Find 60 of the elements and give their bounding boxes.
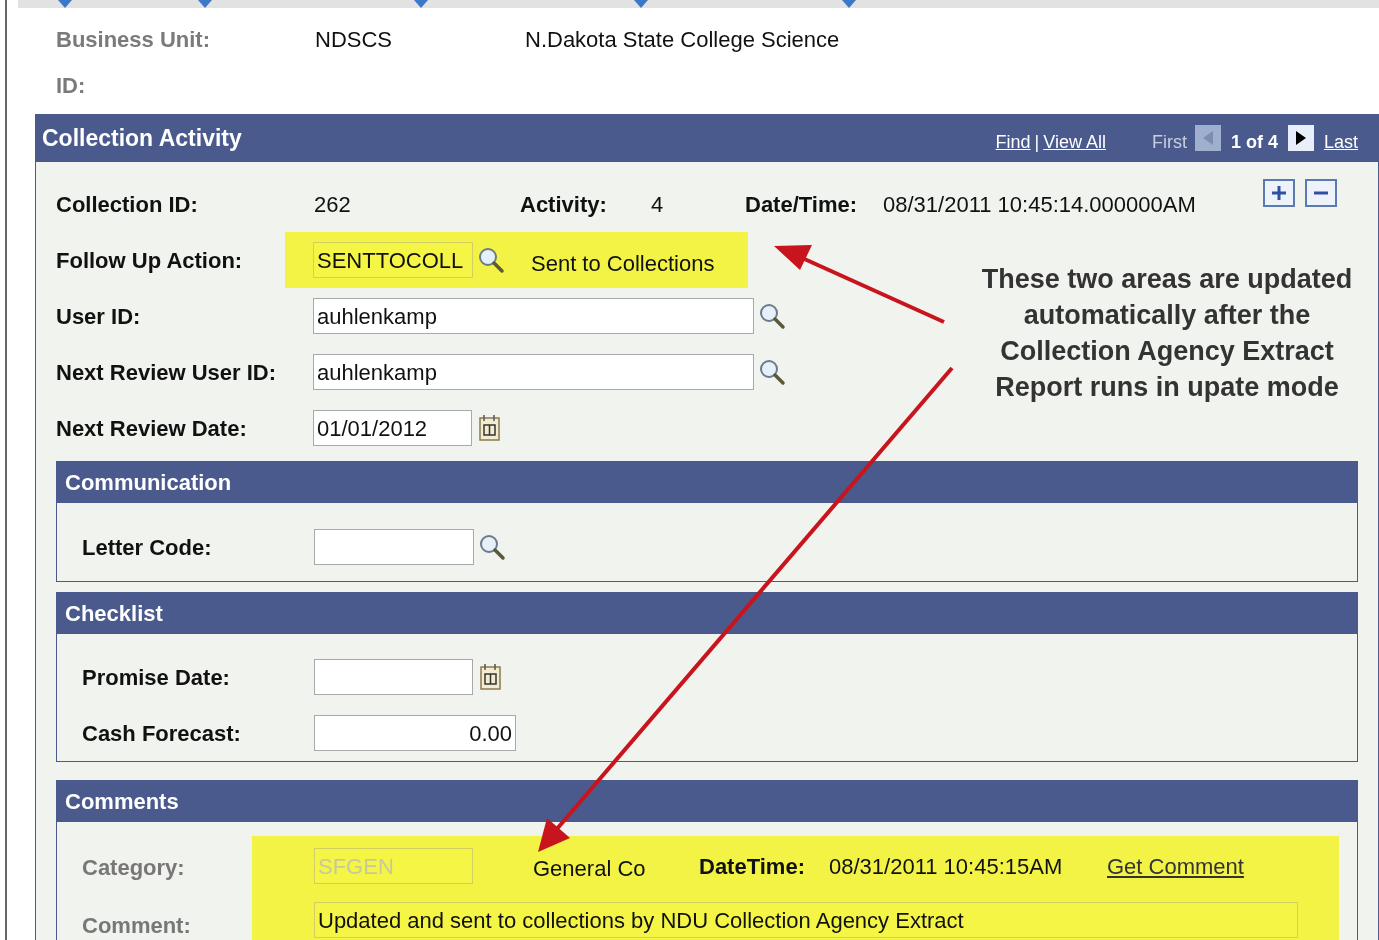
panel-title: Collection Activity	[42, 124, 243, 154]
field-value: 08/31/2011 10:45:14.000000AM	[883, 190, 1197, 219]
field-label: ID:	[56, 71, 87, 100]
sort-arrow-icon[interactable]	[198, 0, 212, 8]
last-link[interactable]: Last	[1323, 129, 1358, 156]
section-title: Checklist	[65, 600, 163, 628]
field-description: N.Dakota State College Science	[525, 25, 840, 54]
category-description: General Co	[533, 854, 647, 883]
plus-icon	[1271, 185, 1287, 201]
page-position: 1 of 4	[1230, 131, 1278, 154]
search-icon[interactable]	[477, 246, 505, 274]
field-label: User ID:	[56, 302, 142, 331]
field-value: 08/31/2011 10:45:15AM	[829, 852, 1064, 881]
get-comment-link[interactable]: Get Comment	[1107, 849, 1244, 883]
field-label: Next Review Date:	[56, 414, 248, 443]
next-button[interactable]	[1287, 124, 1314, 151]
calendar-icon[interactable]	[478, 414, 502, 442]
find-link[interactable]: Find	[995, 129, 1031, 156]
sort-arrow-icon[interactable]	[414, 0, 428, 8]
field-label: Collection ID:	[56, 190, 199, 219]
sort-arrow-icon[interactable]	[634, 0, 648, 8]
field-label: Business Unit:	[56, 25, 212, 54]
field-label: Comment:	[82, 911, 191, 940]
input-field[interactable]: auhlenkamp	[313, 298, 754, 334]
input-field[interactable]	[314, 529, 474, 565]
search-icon[interactable]	[758, 302, 786, 330]
field-value: NDSCS	[315, 25, 393, 54]
field-value: 262	[314, 190, 352, 219]
field-label: Letter Code:	[82, 533, 213, 562]
field-label: DateTime:	[699, 852, 806, 881]
section-title: Comments	[65, 788, 179, 816]
search-icon[interactable]	[758, 358, 786, 386]
date-field[interactable]	[314, 659, 473, 695]
delete-row-button[interactable]	[1305, 179, 1337, 207]
field-description: Sent to Collections	[531, 249, 715, 278]
date-field[interactable]: 01/01/2012	[313, 410, 472, 446]
field-value: 4	[651, 190, 665, 219]
field-label: Next Review User ID:	[56, 358, 278, 387]
right-triangle-icon	[1295, 130, 1306, 145]
amount-field[interactable]: 0.00	[314, 715, 516, 751]
comment-field[interactable]: Updated and sent to collections by NDU Collection Agency Extract	[314, 902, 1298, 938]
sort-arrow-icon[interactable]	[842, 0, 856, 8]
section-title: Communication	[65, 469, 232, 497]
field-label: Promise Date:	[82, 663, 231, 692]
add-row-button[interactable]	[1263, 179, 1295, 207]
search-icon[interactable]	[478, 533, 506, 561]
field-label: Follow Up Action:	[56, 246, 244, 275]
input-field[interactable]: SENTTOCOLL	[313, 242, 473, 278]
annotation-text: These two areas are updated automatically after the Collection Agency Extract Report runs in upate mode	[980, 263, 1354, 404]
calendar-icon[interactable]	[479, 663, 503, 691]
field-label: Date/Time:	[745, 190, 859, 219]
field-label: Cash Forecast:	[82, 719, 242, 748]
sort-arrow-icon[interactable]	[58, 0, 72, 8]
field-label: Activity:	[520, 190, 608, 219]
first-label: First	[1151, 131, 1187, 154]
left-triangle-icon	[1202, 130, 1213, 145]
link-separator: |	[1033, 131, 1041, 154]
input-field[interactable]: auhlenkamp	[313, 354, 754, 390]
view-all-link[interactable]: View All	[1043, 129, 1106, 156]
field-label: Category:	[82, 853, 185, 882]
